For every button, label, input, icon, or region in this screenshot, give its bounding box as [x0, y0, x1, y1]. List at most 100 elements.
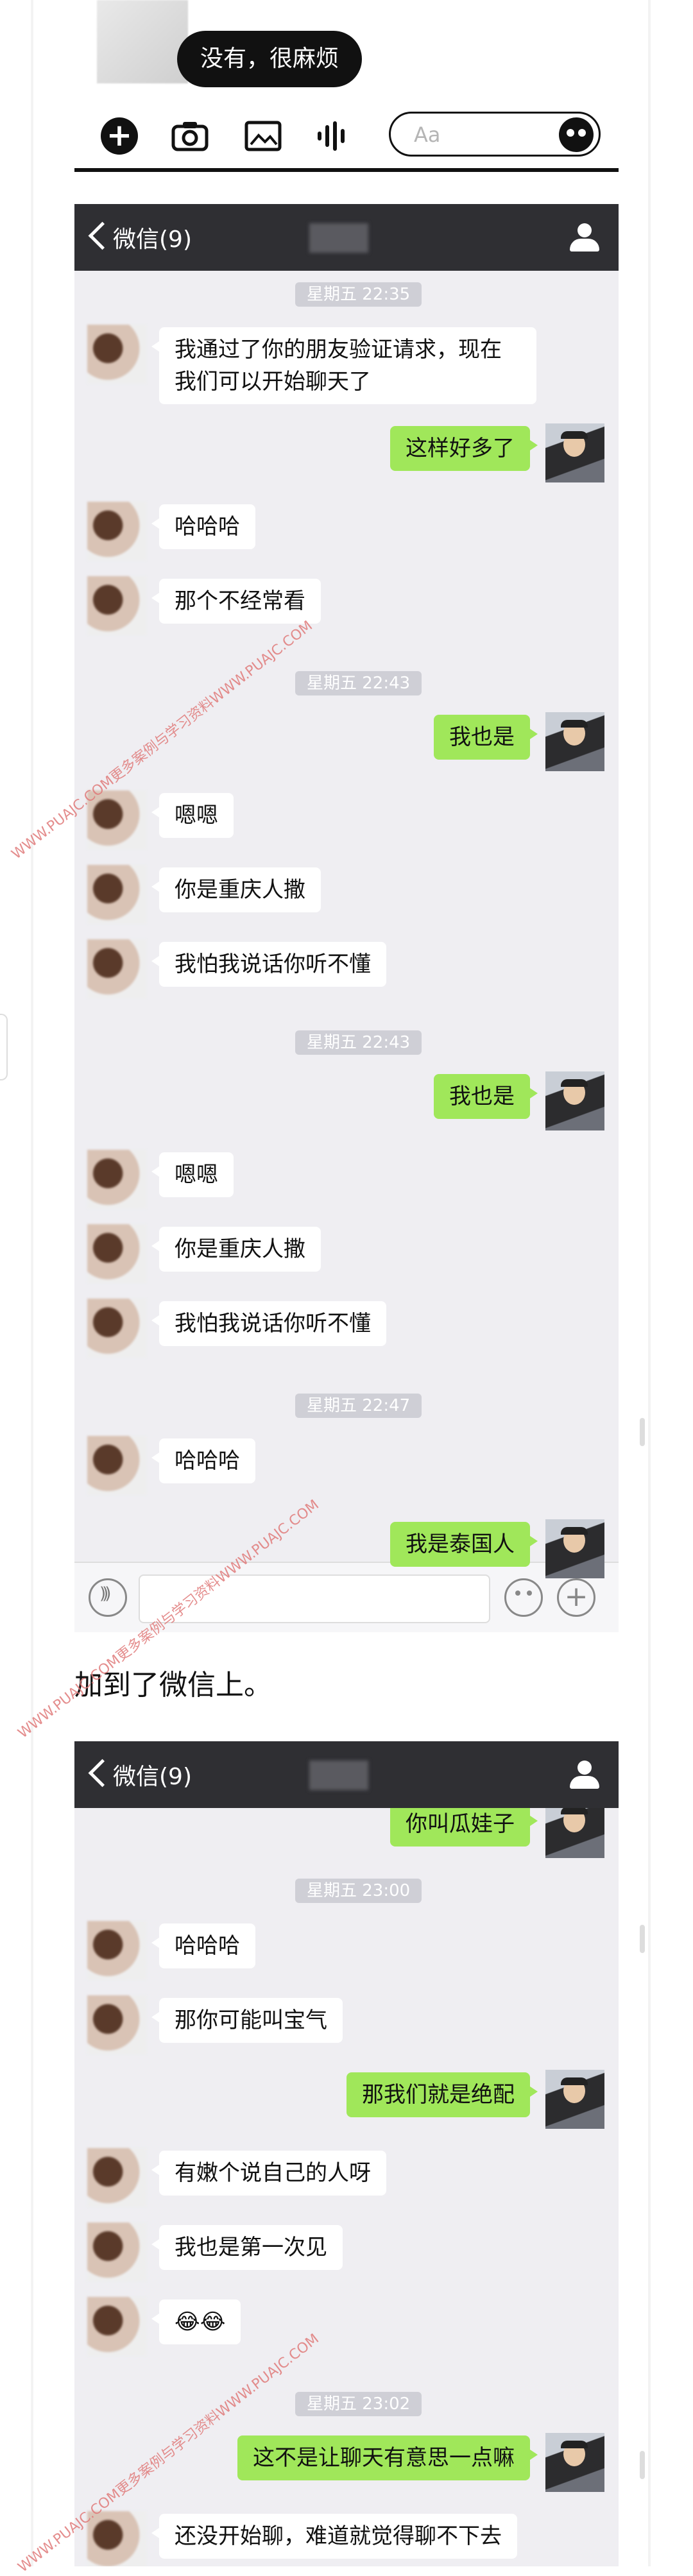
scroll-indicator[interactable]: [640, 1418, 645, 1446]
message-bubble[interactable]: 还没开始聊，难道就觉得聊不下去: [151, 2514, 517, 2559]
strip-divider: [74, 168, 619, 172]
message-bubble[interactable]: 那个不经常看: [151, 579, 321, 624]
message-input[interactable]: Aa: [389, 112, 601, 157]
message-bubble[interactable]: 我也是: [434, 1074, 538, 1119]
incoming-message: 我通过了你的朋友验证请求，现在我们可以开始聊天了: [74, 325, 619, 408]
timestamp: 星期五 23:00: [295, 1879, 422, 1903]
my-avatar[interactable]: [545, 1071, 604, 1130]
chat-title[interactable]: 微信(9): [113, 221, 192, 254]
chat-title[interactable]: 微信(9): [113, 1758, 192, 1791]
incoming-message: 你是重庆人撒: [74, 865, 619, 924]
my-avatar[interactable]: [545, 1519, 604, 1578]
chat-panel-1: 微信(9) + 星期五 22:35 我通过了你的朋友验证请求，现在我们可以开始聊天…: [74, 204, 619, 1632]
chat-header: 微信(9): [74, 204, 619, 271]
camera-icon[interactable]: [169, 115, 210, 157]
timestamp: 星期五 22:47: [295, 1394, 422, 1418]
my-avatar[interactable]: [545, 2433, 604, 2492]
messenger-strip: 没有，很麻烦 + Aa: [74, 0, 619, 173]
contact-avatar[interactable]: [87, 1995, 146, 2054]
message-bubble[interactable]: 嗯嗯: [151, 793, 234, 838]
contact-avatar[interactable]: [87, 1921, 146, 1980]
message-bubble[interactable]: 哈哈哈: [151, 504, 255, 549]
message-bubble[interactable]: 我怕我说话你听不懂: [151, 942, 386, 987]
outgoing-message: 我是泰国人: [74, 1519, 619, 1578]
message-bubble[interactable]: 这样好多了: [390, 426, 538, 471]
message-bubble[interactable]: 那你可能叫宝气: [151, 1998, 343, 2043]
incoming-message: 哈哈哈: [74, 1436, 619, 1495]
timestamp: 星期五 22:43: [295, 1030, 422, 1055]
contact-profile-icon[interactable]: [570, 1761, 599, 1790]
scroll-indicator[interactable]: [640, 1925, 645, 1953]
contact-avatar[interactable]: [87, 1436, 146, 1495]
message-bubble[interactable]: 我通过了你的朋友验证请求，现在我们可以开始聊天了: [151, 327, 536, 404]
contact-avatar[interactable]: [87, 939, 146, 998]
incoming-message: 那个不经常看: [74, 576, 619, 635]
timestamp: 星期五 22:35: [295, 282, 422, 307]
emoji-icon[interactable]: [504, 1578, 543, 1617]
blurred-contact-name: [309, 223, 368, 253]
contact-avatar[interactable]: [87, 2148, 146, 2207]
page-rail-right: [648, 0, 651, 2566]
incoming-message: 嗯嗯: [74, 790, 619, 849]
contact-avatar[interactable]: [87, 325, 146, 384]
dark-message-bubble: 没有，很麻烦: [177, 31, 363, 87]
more-plus-icon[interactable]: +: [557, 1578, 595, 1617]
blurred-avatar: [97, 0, 188, 83]
outgoing-message: 我也是: [74, 1071, 619, 1130]
blurred-contact-name: [309, 1761, 368, 1790]
scroll-indicator[interactable]: [640, 2451, 645, 2479]
voice-icon[interactable]: [312, 115, 353, 157]
contact-profile-icon[interactable]: [570, 223, 599, 253]
my-avatar[interactable]: [545, 423, 604, 482]
incoming-message: 有嫩个说自己的人呀: [74, 2148, 619, 2207]
incoming-message: 我怕我说话你听不懂: [74, 939, 619, 998]
contact-avatar[interactable]: [87, 2297, 146, 2356]
contact-avatar[interactable]: [87, 2222, 146, 2282]
contact-avatar[interactable]: [87, 865, 146, 924]
incoming-message: 嗯嗯: [74, 1150, 619, 1209]
timestamp: 星期五 22:43: [295, 671, 422, 695]
chat-header: 微信(9): [74, 1741, 619, 1808]
message-bubble[interactable]: 这不是让聊天有意思一点嘛: [237, 2435, 538, 2480]
back-arrow-icon[interactable]: [87, 1757, 107, 1789]
message-bubble[interactable]: 我也是第一次见: [151, 2225, 343, 2270]
message-bubble[interactable]: 你是重庆人撒: [151, 1227, 321, 1272]
timestamp: 星期五 23:02: [295, 2392, 422, 2416]
message-bubble[interactable]: 😂😂: [151, 2299, 241, 2344]
incoming-message: 我怕我说话你听不懂: [74, 1299, 619, 1358]
back-arrow-icon[interactable]: [87, 219, 107, 252]
incoming-message: 哈哈哈: [74, 1921, 619, 1980]
composer-toolbar: + Aa: [74, 108, 619, 159]
input-placeholder: Aa: [414, 123, 441, 147]
contact-avatar[interactable]: [87, 1150, 146, 1209]
contact-avatar[interactable]: [87, 1299, 146, 1358]
message-bubble[interactable]: 那我们就是绝配: [346, 2072, 538, 2117]
message-bubble[interactable]: 我怕我说话你听不懂: [151, 1301, 386, 1346]
incoming-message: 😂😂: [74, 2297, 619, 2356]
incoming-message: 那你可能叫宝气: [74, 1995, 619, 2054]
incoming-message: 哈哈哈: [74, 502, 619, 561]
message-bubble[interactable]: 哈哈哈: [151, 1438, 255, 1483]
side-scroll-tab[interactable]: [0, 1014, 8, 1080]
incoming-message: 还没开始聊，难道就觉得聊不下去: [74, 2511, 619, 2566]
message-bubble[interactable]: 你是重庆人撒: [151, 867, 321, 912]
photo-icon[interactable]: [243, 115, 284, 157]
message-bubble[interactable]: 哈哈哈: [151, 1923, 255, 1968]
message-bubble[interactable]: 嗯嗯: [151, 1152, 234, 1197]
contact-avatar[interactable]: [87, 1224, 146, 1283]
emoji-icon[interactable]: [559, 117, 594, 152]
message-bubble[interactable]: 你叫瓜娃子: [390, 1802, 538, 1847]
my-avatar[interactable]: [545, 2070, 604, 2129]
outgoing-message: 那我们就是绝配: [74, 2070, 619, 2129]
message-bubble[interactable]: 我是泰国人: [390, 1522, 538, 1567]
message-bubble[interactable]: 我也是: [434, 715, 538, 760]
chat-panel-2: 微信(9) 你叫瓜娃子星期五 23:00 哈哈哈那你可能叫宝气 那我们就是绝配有嫩个…: [74, 1741, 619, 2566]
outgoing-message: 这样好多了: [74, 423, 619, 482]
contact-avatar[interactable]: [87, 502, 146, 561]
my-avatar[interactable]: [545, 712, 604, 771]
incoming-message: 我也是第一次见: [74, 2222, 619, 2282]
voice-toggle-icon[interactable]: [89, 1578, 127, 1617]
plus-icon[interactable]: +: [99, 115, 140, 157]
contact-avatar[interactable]: [87, 576, 146, 635]
message-bubble[interactable]: 有嫩个说自己的人呀: [151, 2151, 386, 2196]
